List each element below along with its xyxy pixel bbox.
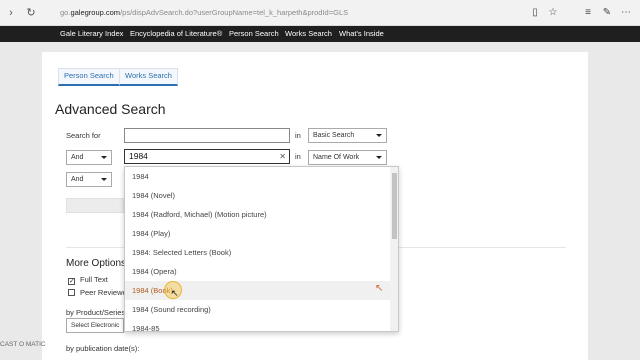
peer-reviewed-label: Peer Reviewe bbox=[80, 288, 127, 297]
scope-select-2[interactable]: Name Of Work bbox=[308, 150, 387, 165]
scope-select-2-value: Name Of Work bbox=[313, 154, 360, 161]
web-note-icon[interactable]: ✎ bbox=[600, 6, 614, 20]
search-for-label: Search for bbox=[66, 131, 101, 140]
scope-select-1-value: Basic Search bbox=[313, 132, 355, 139]
url-path: /ps/dispAdvSearch.do?userGroupName=tel_k… bbox=[120, 8, 349, 17]
nav-person-search[interactable]: Person Search bbox=[229, 29, 279, 38]
reading-view-icon[interactable]: ▯ bbox=[528, 6, 542, 20]
full-text-checkbox-row[interactable]: ✓ Full Text bbox=[68, 275, 108, 285]
search-term-2-value: 1984 bbox=[129, 151, 148, 161]
chevron-down-icon bbox=[101, 156, 107, 159]
autocomplete-dropdown: 1984 1984 (Novel) 1984 (Radford, Michael… bbox=[124, 166, 399, 332]
search-term-input-2[interactable]: 1984 ✕ bbox=[124, 149, 290, 164]
scope-select-1[interactable]: Basic Search bbox=[308, 128, 387, 143]
clear-icon[interactable]: ✕ bbox=[279, 150, 286, 163]
url-prefix: go. bbox=[60, 8, 71, 17]
chevron-down-icon bbox=[101, 178, 107, 181]
search-button[interactable] bbox=[66, 198, 124, 213]
more-icon[interactable]: ⋯ bbox=[619, 6, 633, 20]
gale-nav: Gale Literary Index Encyclopedia of Lite… bbox=[0, 26, 640, 42]
peer-reviewed-checkbox-row[interactable]: Peer Reviewe bbox=[68, 288, 127, 297]
suggestion-item[interactable]: 1984: Selected Letters (Book) bbox=[125, 243, 391, 262]
hub-icon[interactable]: ≡ bbox=[581, 6, 595, 20]
operator-select-3-value: And bbox=[71, 176, 84, 183]
url-domain: galegroup.com bbox=[70, 8, 121, 17]
operator-select-2[interactable]: And bbox=[66, 150, 112, 165]
product-series-select[interactable]: Select Electronic bbox=[66, 318, 124, 333]
mouse-cursor-icon: ↖ bbox=[171, 288, 179, 298]
pub-date-label: by publication date(s): bbox=[66, 344, 140, 353]
suggestion-item[interactable]: 1984 (Sound recording) bbox=[125, 300, 391, 319]
in-label-1: in bbox=[295, 131, 301, 140]
scrollbar-thumb[interactable] bbox=[392, 173, 397, 239]
operator-select-2-value: And bbox=[71, 154, 84, 161]
full-text-label: Full Text bbox=[80, 275, 108, 284]
chevron-down-icon bbox=[376, 156, 382, 159]
suggestion-item[interactable]: 1984 (Opera) bbox=[125, 262, 391, 281]
in-label-2: in bbox=[295, 152, 301, 161]
tab-works-search[interactable]: Works Search bbox=[119, 68, 178, 86]
more-options-title: More Options bbox=[66, 258, 127, 269]
search-term-input-1[interactable] bbox=[124, 128, 290, 143]
forward-icon[interactable]: › bbox=[4, 6, 18, 20]
screencast-watermark: CAST O MATIC bbox=[0, 341, 46, 348]
tab-person-search[interactable]: Person Search bbox=[58, 68, 120, 86]
nav-whats-inside[interactable]: What's Inside bbox=[339, 29, 384, 38]
suggestion-item[interactable]: 1984 (Novel) bbox=[125, 186, 391, 205]
address-bar[interactable]: go.galegroup.com/ps/dispAdvSearch.do?use… bbox=[60, 8, 348, 17]
operator-select-3[interactable]: And bbox=[66, 172, 112, 187]
nav-encyclopedia-of-literature[interactable]: Encyclopedia of Literature® bbox=[130, 29, 222, 38]
page-title: Advanced Search bbox=[55, 101, 166, 117]
peer-reviewed-checkbox[interactable] bbox=[68, 289, 75, 296]
browser-toolbar: › ↻ go.galegroup.com/ps/dispAdvSearch.do… bbox=[0, 0, 640, 26]
arrow-icon: ↖ bbox=[375, 283, 384, 294]
dropdown-scrollbar[interactable] bbox=[390, 167, 398, 331]
product-series-value: Select Electronic bbox=[71, 322, 120, 329]
product-series-label: by Product/Series bbox=[66, 308, 126, 317]
chevron-down-icon bbox=[376, 134, 382, 137]
refresh-icon[interactable]: ↻ bbox=[24, 6, 38, 20]
nav-gale-literary-index[interactable]: Gale Literary Index bbox=[60, 29, 123, 38]
nav-works-search[interactable]: Works Search bbox=[285, 29, 332, 38]
suggestion-item[interactable]: 1984-85 bbox=[125, 319, 391, 331]
suggestion-item[interactable]: 1984 (Radford, Michael) (Motion picture) bbox=[125, 205, 391, 224]
suggestion-item[interactable]: 1984 (Play) bbox=[125, 224, 391, 243]
full-text-checkbox[interactable]: ✓ bbox=[68, 278, 75, 285]
favorite-star-icon[interactable]: ☆ bbox=[546, 6, 560, 20]
suggestion-item[interactable]: 1984 bbox=[125, 167, 391, 186]
